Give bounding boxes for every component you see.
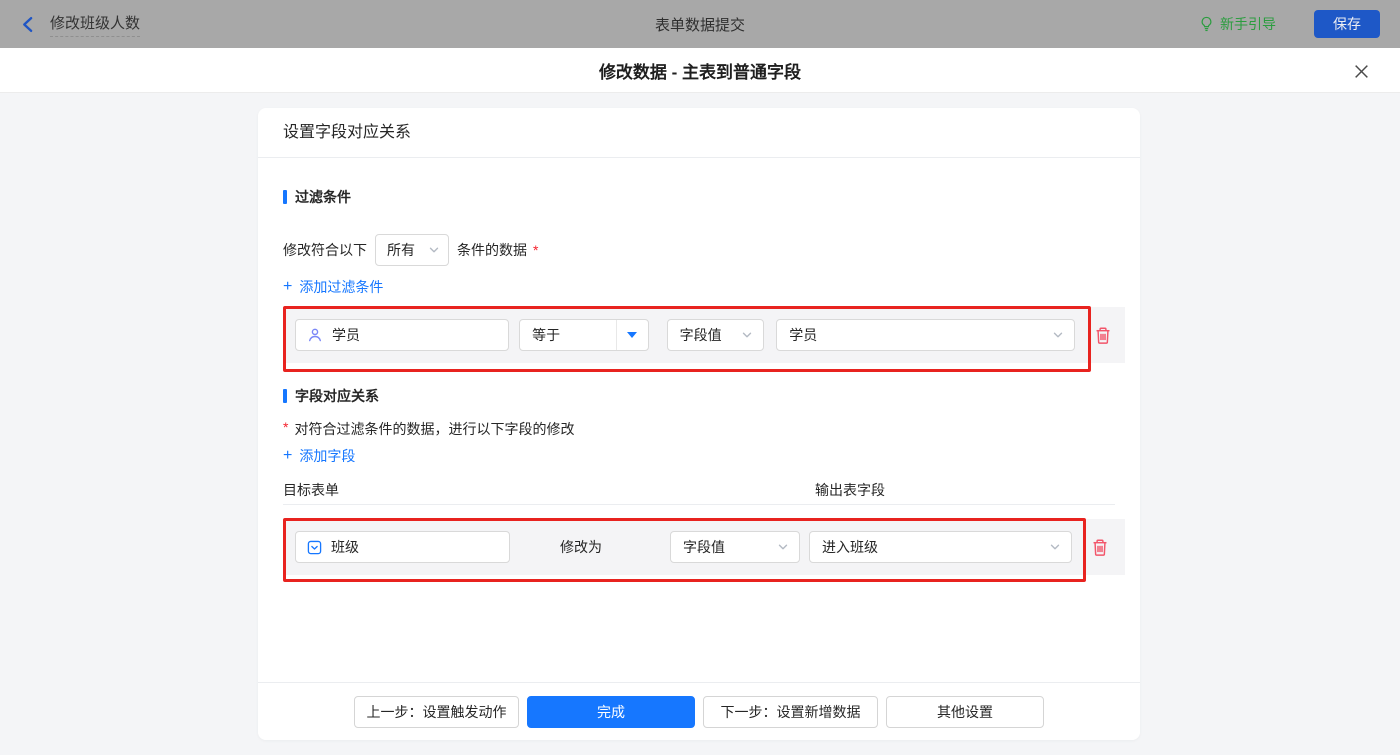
chevron-down-icon <box>1052 329 1064 341</box>
topbar: 修改班级人数 表单数据提交 新手引导 保存 <box>0 0 1400 48</box>
dialog-title: 修改数据 - 主表到普通字段 <box>598 62 802 82</box>
select-box-icon <box>307 540 322 555</box>
guide-label: 新手引导 <box>1220 16 1276 32</box>
add-field-link[interactable]: + 添加字段 <box>283 447 355 465</box>
flow-title[interactable]: 修改班级人数 <box>50 12 141 37</box>
done-button[interactable]: 完成 <box>527 695 695 728</box>
value-type-select[interactable]: 字段值 <box>670 531 800 563</box>
chevron-down-icon <box>741 329 753 341</box>
caret-down-icon[interactable] <box>615 320 648 350</box>
delete-field-button[interactable] <box>1090 536 1110 558</box>
prev-step-button[interactable]: 上一步：设置触发动作 <box>354 695 519 728</box>
chevron-left-icon <box>20 16 37 33</box>
beginner-guide-button[interactable]: 新手引导 <box>1199 14 1276 34</box>
filter-condition-row: 学员 等于 字段值 学员 <box>283 306 1125 372</box>
dialog-footer: 上一步：设置触发动作 完成 下一步：设置新增数据 其他设置 <box>258 682 1140 740</box>
topbar-actions: 新手引导 保存 <box>1199 10 1380 38</box>
condition-sentence: 修改符合以下 所有 条件的数据 * <box>283 234 1115 266</box>
card-title: 设置字段对应关系 <box>258 108 1140 158</box>
close-icon[interactable] <box>1350 60 1372 82</box>
add-filter-condition-link[interactable]: + 添加过滤条件 <box>283 278 383 296</box>
required-mark: * <box>283 419 289 435</box>
match-mode-select[interactable]: 所有 <box>375 234 449 266</box>
dialog-header: 修改数据 - 主表到普通字段 <box>0 48 1400 93</box>
field-mapping-row: 班级 修改为 字段值 进入班级 <box>283 518 1125 582</box>
filter-section-title: 过滤条件 <box>283 189 1115 205</box>
sentence-suffix: 条件的数据 <box>457 242 527 258</box>
trash-icon <box>1091 538 1109 557</box>
output-field-select[interactable]: 进入班级 <box>809 531 1072 563</box>
chevron-down-icon <box>1049 541 1061 553</box>
plus-icon: + <box>283 278 293 295</box>
filter-value-select[interactable]: 学员 <box>776 319 1076 351</box>
divider <box>283 504 1115 505</box>
mapping-description: * 对符合过滤条件的数据，进行以下字段的修改 <box>283 419 575 437</box>
dialog-body: 设置字段对应关系 过滤条件 修改符合以下 所有 条件的数据 * + 添加过滤条件… <box>0 93 1400 755</box>
page-title: 表单数据提交 <box>654 16 745 34</box>
mapping-column-headers: 目标表单 输出表字段 <box>283 480 1115 498</box>
output-field-column-label: 输出表字段 <box>815 482 885 498</box>
required-mark: * <box>533 242 539 258</box>
other-settings-button[interactable]: 其他设置 <box>886 695 1044 728</box>
settings-card: 设置字段对应关系 过滤条件 修改符合以下 所有 条件的数据 * + 添加过滤条件… <box>258 108 1140 740</box>
target-form-column-label: 目标表单 <box>283 482 339 498</box>
mapping-section-title: 字段对应关系 <box>283 388 1115 404</box>
save-button[interactable]: 保存 <box>1314 10 1380 38</box>
value-type-select[interactable]: 字段值 <box>666 319 765 351</box>
back-button[interactable]: 修改班级人数 <box>20 12 141 37</box>
chevron-down-icon <box>428 244 440 256</box>
person-icon <box>307 327 323 343</box>
sentence-prefix: 修改符合以下 <box>283 242 367 258</box>
target-field-input[interactable]: 班级 <box>295 531 510 563</box>
delete-condition-button[interactable] <box>1093 324 1113 346</box>
chevron-down-icon <box>777 541 789 553</box>
section-marker <box>283 389 287 403</box>
modify-to-label: 修改为 <box>560 539 602 555</box>
lightbulb-icon <box>1199 16 1214 32</box>
operator-select[interactable]: 等于 <box>519 319 649 351</box>
plus-icon: + <box>283 447 293 464</box>
section-marker <box>283 190 287 204</box>
trash-icon <box>1094 326 1112 345</box>
filter-field-input[interactable]: 学员 <box>295 319 510 351</box>
next-step-button[interactable]: 下一步：设置新增数据 <box>703 695 878 728</box>
